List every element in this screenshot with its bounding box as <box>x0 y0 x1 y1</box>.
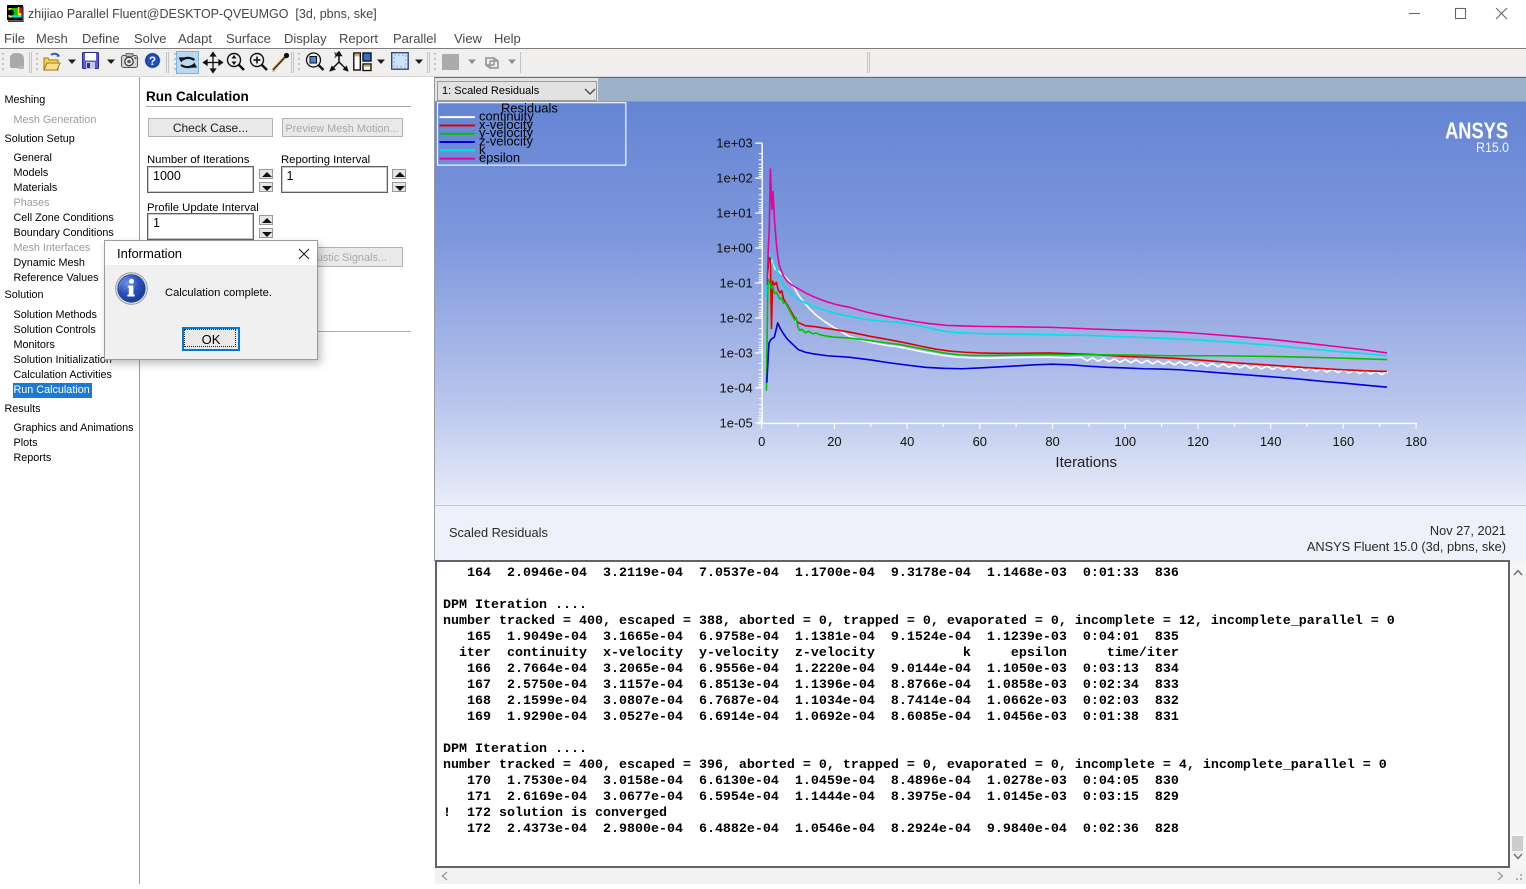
svg-text:1e+00: 1e+00 <box>716 241 752 256</box>
svg-text:epsilon: epsilon <box>479 150 520 165</box>
svg-text:20: 20 <box>827 434 841 449</box>
svg-text:1e+01: 1e+01 <box>716 206 752 221</box>
svg-text:1e-05: 1e-05 <box>720 415 753 430</box>
svg-text:Iterations: Iterations <box>1055 454 1117 471</box>
svg-text:1e-04: 1e-04 <box>720 380 753 395</box>
svg-text:1e+03: 1e+03 <box>716 136 752 151</box>
svg-text:1e-01: 1e-01 <box>720 276 753 291</box>
svg-text:1e+02: 1e+02 <box>716 171 752 186</box>
svg-text:1e-02: 1e-02 <box>720 310 753 325</box>
svg-text:80: 80 <box>1045 434 1059 449</box>
svg-text:120: 120 <box>1187 434 1209 449</box>
svg-text:1e-03: 1e-03 <box>720 345 753 360</box>
svg-text:180: 180 <box>1405 434 1427 449</box>
svg-text:60: 60 <box>973 434 987 449</box>
svg-text:y: y <box>335 52 338 58</box>
svg-text:100: 100 <box>1114 434 1136 449</box>
svg-text:140: 140 <box>1260 434 1282 449</box>
svg-text:?: ? <box>149 56 156 68</box>
svg-text:0: 0 <box>758 434 765 449</box>
svg-text:R15.0: R15.0 <box>1476 140 1509 155</box>
svg-text:40: 40 <box>900 434 914 449</box>
svg-text:160: 160 <box>1333 434 1355 449</box>
svg-text:z-velocity: z-velocity <box>479 134 534 149</box>
